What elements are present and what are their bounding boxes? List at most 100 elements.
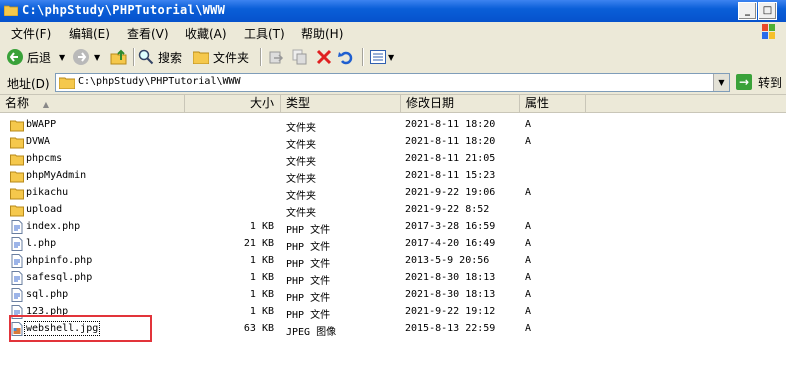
folder-icon — [10, 203, 24, 217]
address-input[interactable]: C:\phpStudy\PHPTutorial\WWW ▼ — [55, 73, 730, 92]
column-name[interactable]: 名称 ▲ — [0, 95, 185, 112]
column-type[interactable]: 类型 — [281, 95, 401, 112]
file-row[interactable]: upload 文件夹 2021-9-22 8:52 — [0, 202, 786, 219]
file-attributes: A — [525, 255, 532, 266]
file-modified: 2021-9-22 19:06 — [405, 187, 496, 198]
column-attributes[interactable]: 属性 — [520, 95, 586, 112]
column-modified[interactable]: 修改日期 — [401, 95, 520, 112]
menu-bar: 文件(F) 编辑(E) 查看(V) 收藏(A) 工具(T) 帮助(H) — [0, 22, 786, 44]
column-attributes-label: 属性 — [525, 96, 550, 110]
delete-icon — [316, 49, 332, 65]
forward-dropdown-icon[interactable]: ▼ — [94, 53, 100, 62]
menu-tools[interactable]: 工具(T) — [244, 25, 285, 42]
file-type: JPEG 图像 — [286, 327, 337, 338]
column-modified-label: 修改日期 — [406, 96, 455, 110]
up-folder-button[interactable] — [110, 47, 128, 67]
sort-ascending-icon: ▲ — [42, 100, 49, 109]
file-modified: 2021-8-11 21:05 — [405, 153, 496, 164]
file-size: 1 KB — [249, 272, 274, 283]
file-modified: 2021-8-30 18:13 — [405, 272, 496, 283]
file-name: index.php — [26, 221, 81, 232]
folder-icon — [10, 118, 24, 132]
forward-button[interactable]: ▼ — [72, 47, 100, 67]
file-modified: 2021-9-22 19:12 — [405, 306, 496, 317]
file-name: DVWA — [26, 136, 51, 147]
file-attributes: A — [525, 272, 532, 283]
file-size: 21 KB — [243, 238, 274, 249]
file-modified: 2017-4-20 16:49 — [405, 238, 496, 249]
move-to-icon — [269, 51, 284, 64]
address-dropdown-icon[interactable]: ▼ — [713, 74, 729, 91]
file-row[interactable]: bWAPP 文件夹 2021-8-11 18:20 A — [0, 117, 786, 134]
search-button[interactable]: 搜索 — [138, 47, 182, 67]
file-attributes: A — [525, 119, 532, 130]
file-name: sql.php — [26, 289, 69, 300]
file-row[interactable]: safesql.php 1 KB PHP 文件 2021-8-30 18:13 A — [0, 270, 786, 287]
folder-icon — [10, 152, 24, 166]
column-size[interactable]: 大小 — [185, 95, 281, 112]
file-attributes: A — [525, 136, 532, 147]
file-type: PHP 文件 — [286, 259, 331, 270]
address-value: C:\phpStudy\PHPTutorial\WWW — [78, 76, 241, 87]
column-header: 名称 ▲ 大小 类型 修改日期 属性 — [0, 95, 786, 113]
file-type: PHP 文件 — [286, 242, 331, 253]
file-modified: 2021-8-11 15:23 — [405, 170, 496, 181]
go-label: 转到 — [758, 75, 783, 90]
file-row[interactable]: phpMyAdmin 文件夹 2021-8-11 15:23 — [0, 168, 786, 185]
search-icon — [138, 49, 154, 65]
menu-file[interactable]: 文件(F) — [11, 25, 51, 42]
file-attributes: A — [525, 187, 532, 198]
file-row[interactable]: index.php 1 KB PHP 文件 2017-3-28 16:59 A — [0, 219, 786, 236]
file-row[interactable]: phpinfo.php 1 KB PHP 文件 2013-5-9 20:56 A — [0, 253, 786, 270]
menu-favorites[interactable]: 收藏(A) — [185, 25, 227, 42]
title-bar: C:\phpStudy\PHPTutorial\WWW _ □ — [0, 0, 786, 22]
file-row[interactable]: DVWA 文件夹 2021-8-11 18:20 A — [0, 134, 786, 151]
copy-to-button[interactable] — [292, 47, 308, 67]
minimize-button[interactable]: _ — [738, 2, 757, 20]
undo-icon — [338, 51, 353, 65]
back-button[interactable]: 后退 ▼ — [6, 47, 65, 67]
undo-button[interactable] — [338, 47, 354, 67]
column-name-label: 名称 — [5, 96, 30, 110]
file-type: 文件夹 — [286, 208, 316, 219]
file-name: phpMyAdmin — [26, 170, 87, 181]
file-name: upload — [26, 204, 63, 215]
file-name: phpcms — [26, 153, 63, 164]
folder-icon — [10, 135, 24, 149]
menu-edit[interactable]: 编辑(E) — [69, 25, 110, 42]
move-to-button[interactable] — [268, 47, 284, 67]
folder-icon — [10, 186, 24, 200]
delete-button[interactable] — [316, 47, 332, 67]
file-size: 1 KB — [249, 255, 274, 266]
maximize-button[interactable]: □ — [758, 2, 777, 20]
file-modified: 2015-8-13 22:59 — [405, 323, 496, 334]
file-attributes: A — [525, 289, 532, 300]
folders-button[interactable]: 文件夹 — [193, 47, 249, 67]
file-modified: 2021-9-22 8:52 — [405, 204, 490, 215]
views-button[interactable]: ▼ — [370, 47, 394, 67]
file-row[interactable]: l.php 21 KB PHP 文件 2017-4-20 16:49 A — [0, 236, 786, 253]
forward-arrow-icon — [73, 49, 89, 65]
folders-label: 文件夹 — [213, 50, 250, 65]
file-type: 文件夹 — [286, 191, 316, 202]
file-row[interactable]: sql.php 1 KB PHP 文件 2021-8-30 18:13 A — [0, 287, 786, 304]
go-button[interactable]: → 转到 — [736, 73, 782, 91]
folder-icon — [4, 5, 18, 16]
file-attributes: A — [525, 238, 532, 249]
search-label: 搜索 — [158, 50, 183, 65]
menu-help[interactable]: 帮助(H) — [301, 25, 343, 42]
file-attributes: A — [525, 323, 532, 334]
back-label: 后退 — [27, 50, 52, 65]
menu-view[interactable]: 查看(V) — [127, 25, 169, 42]
views-dropdown-icon: ▼ — [388, 52, 395, 62]
file-row[interactable]: phpcms 文件夹 2021-8-11 21:05 — [0, 151, 786, 168]
file-name: safesql.php — [26, 272, 93, 283]
file-attributes: A — [525, 221, 532, 232]
address-label: 地址(D) — [7, 77, 50, 91]
file-modified: 2021-8-11 18:20 — [405, 136, 496, 147]
file-row[interactable]: pikachu 文件夹 2021-9-22 19:06 A — [0, 185, 786, 202]
copy-to-icon — [292, 49, 307, 65]
file-name: phpinfo.php — [26, 255, 93, 266]
file-size: 1 KB — [249, 289, 274, 300]
back-dropdown-icon[interactable]: ▼ — [59, 53, 65, 62]
